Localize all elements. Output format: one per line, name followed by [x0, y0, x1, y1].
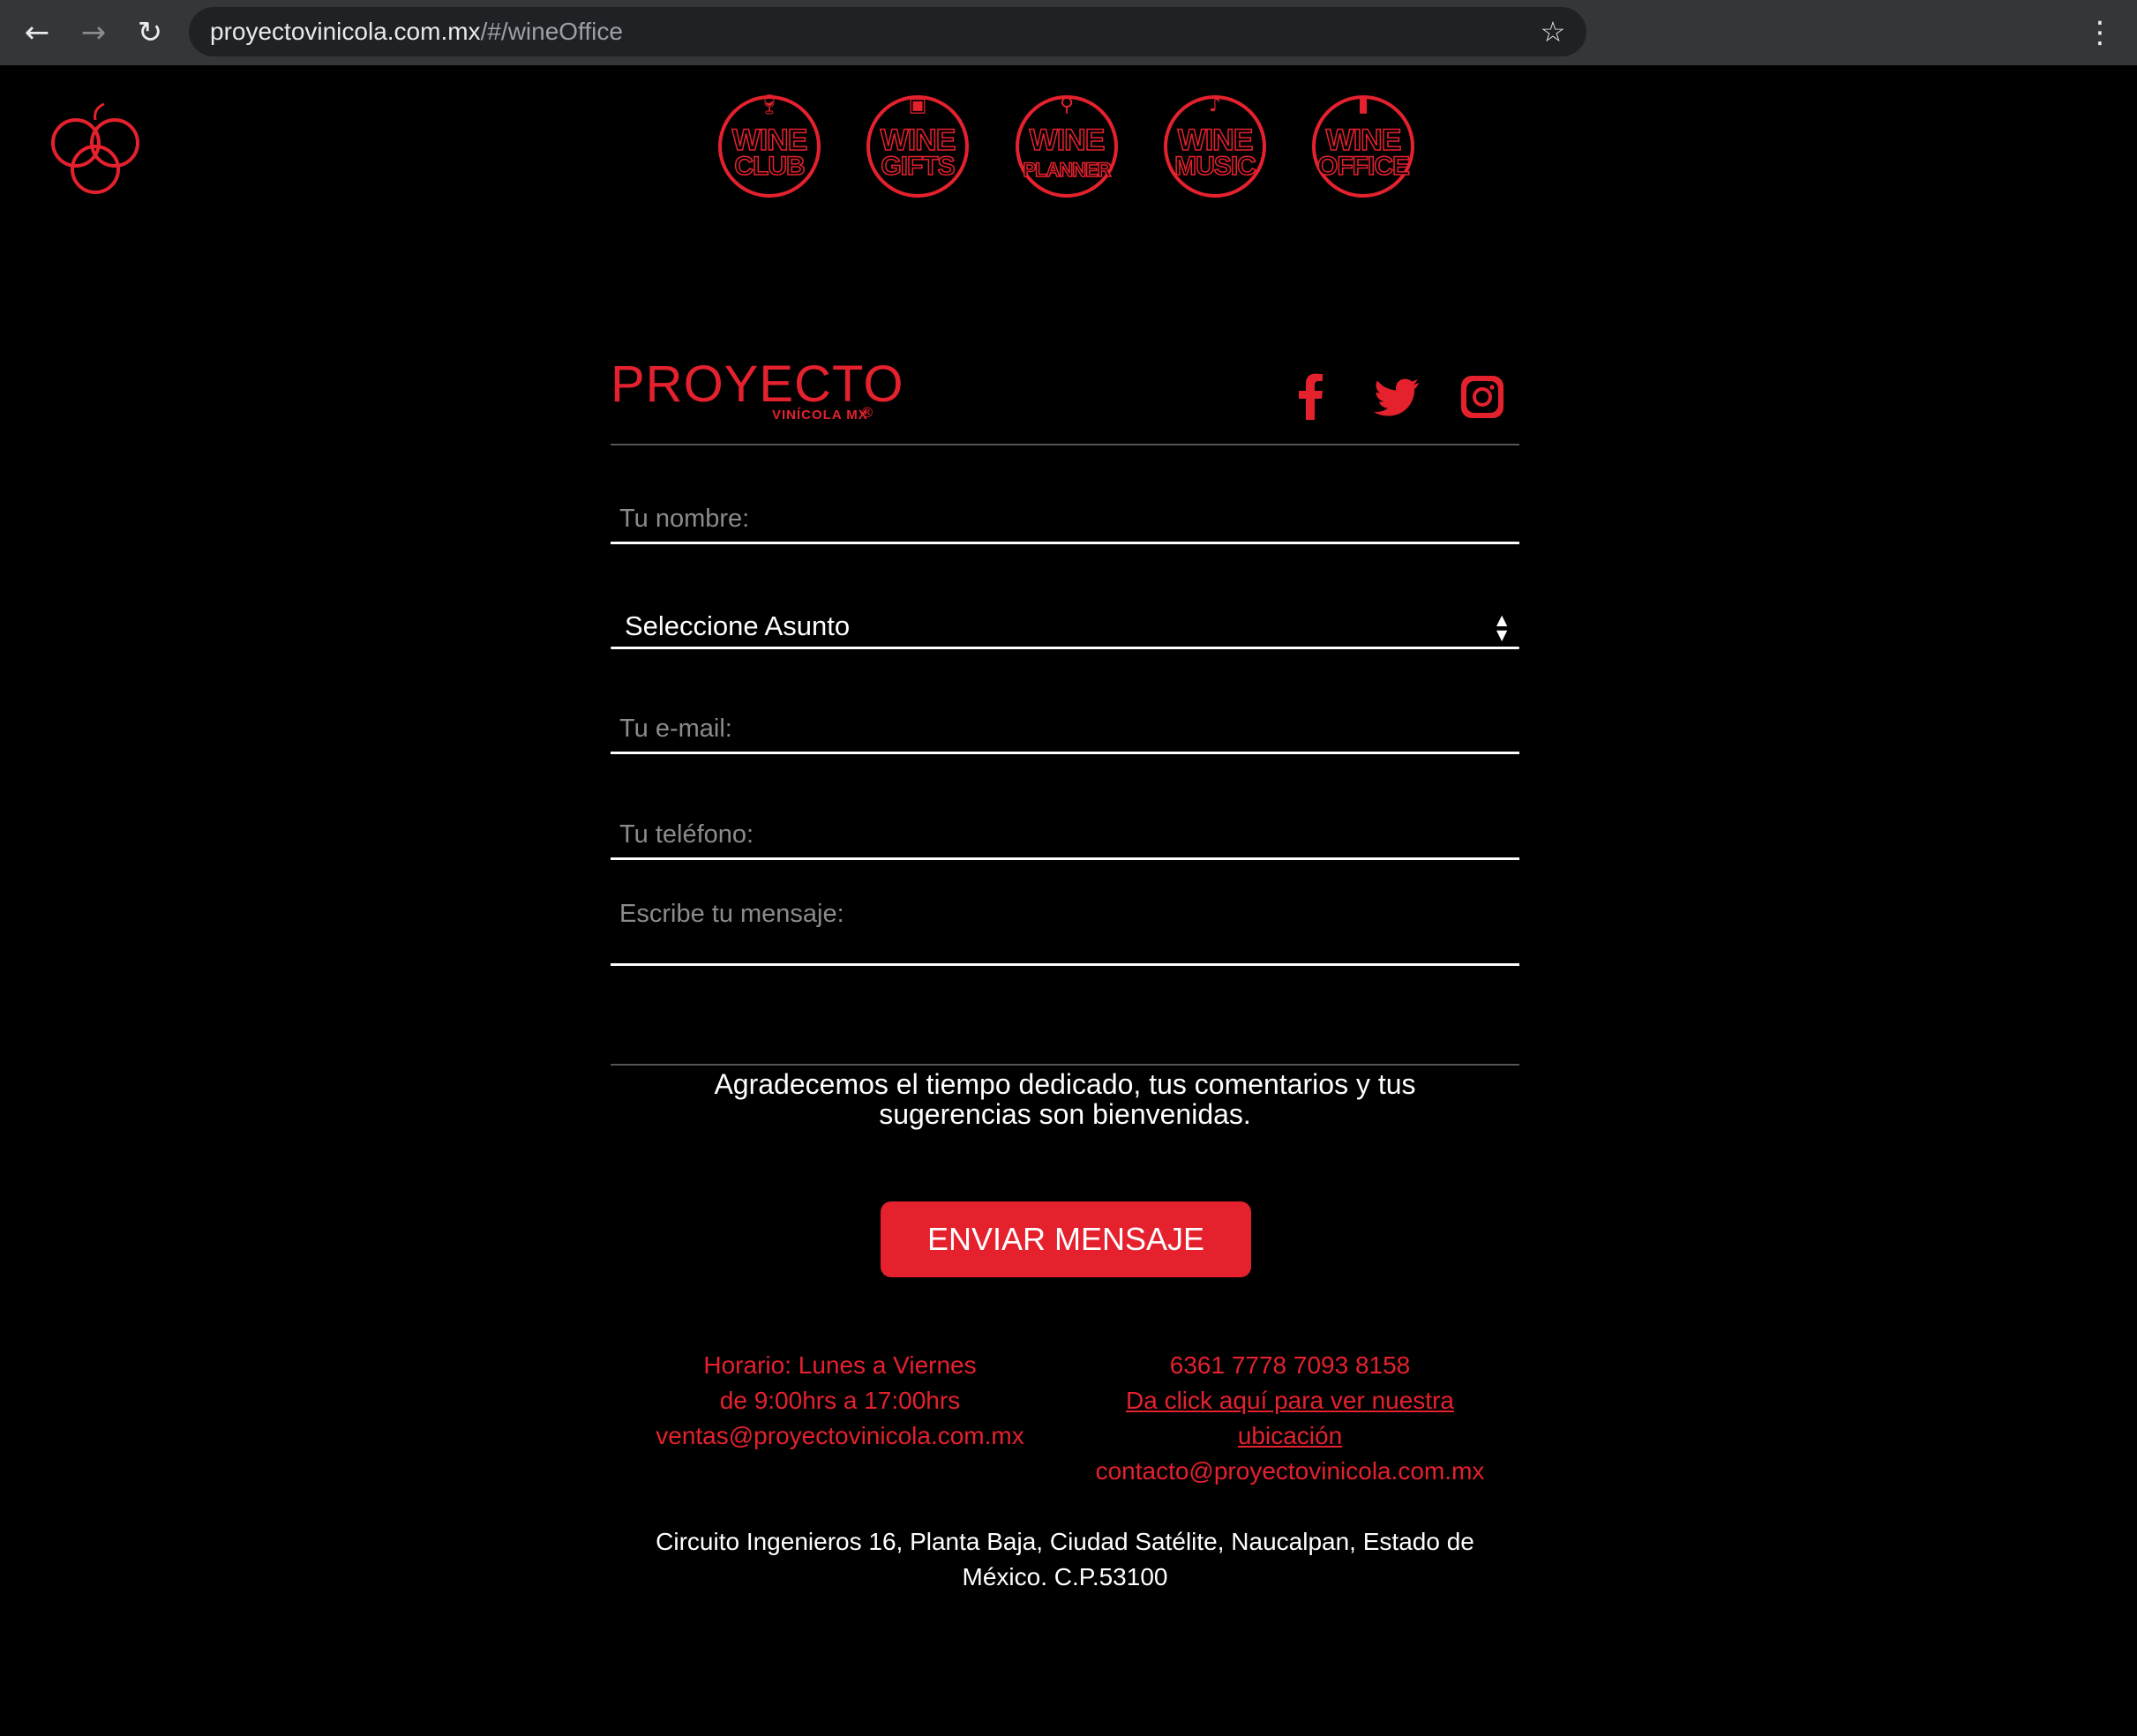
contact-info-right: 6361 7778 7093 8158 Da click aquí para v…	[1061, 1348, 1519, 1489]
address-line1: Circuito Ingenieros 16, Planta Baja, Ciu…	[656, 1528, 1474, 1555]
nav-line1: WINE	[731, 123, 808, 157]
send-message-button[interactable]: ENVIAR MENSAJE	[881, 1201, 1251, 1277]
subject-select[interactable]: Seleccione Asunto	[625, 610, 850, 642]
thanks-line1: Agradecemos el tiempo dedicado, tus come…	[714, 1068, 1416, 1100]
location-link-line1[interactable]: Da click aquí para ver nuestra	[1126, 1387, 1454, 1414]
contact-email[interactable]: contacto@proyectovinicola.com.mx	[1061, 1454, 1519, 1489]
thanks-text: Agradecemos el tiempo dedicado, tus come…	[611, 1069, 1519, 1129]
nav-line2: OFFICE	[1316, 152, 1411, 181]
nav-wine-gifts[interactable]: ▣ WINE GIFTS	[866, 95, 969, 198]
nav-line1: WINE	[1177, 123, 1254, 157]
wine-glass-icon: 🍷︎	[757, 94, 782, 116]
address-line2: México. C.P.53100	[962, 1563, 1168, 1590]
nav-line2: PLANNER	[1023, 158, 1113, 182]
registered-mark: ®	[860, 404, 874, 421]
sales-email[interactable]: ventas@proyectovinicola.com.mx	[611, 1418, 1069, 1454]
url-host: proyectovinicola.com.mx	[210, 18, 481, 45]
name-input-underline	[611, 542, 1519, 544]
schedule-hours: de 9:00hrs a 17:00hrs	[719, 1387, 961, 1414]
reload-icon[interactable]: ↻	[129, 11, 171, 54]
nav-line2: MUSIC	[1173, 152, 1256, 181]
contact-info-left: Horario: Lunes a Viernes de 9:00hrs a 17…	[611, 1348, 1069, 1454]
twitter-icon[interactable]	[1373, 370, 1421, 423]
name-input[interactable]: Tu nombre:	[619, 505, 749, 534]
schedule-days: Horario: Lunes a Viernes	[703, 1351, 977, 1379]
forward-arrow-icon[interactable]: →	[72, 11, 115, 54]
brand-logo[interactable]: PROYECTO VINÍCOLA MX ®	[611, 356, 903, 427]
facebook-icon[interactable]	[1293, 370, 1329, 423]
phone-input[interactable]: Tu teléfono:	[619, 820, 754, 849]
nav-wine-office[interactable]: ▮ WINE OFFICE	[1312, 95, 1414, 198]
nav-line2: CLUB	[734, 152, 806, 181]
phone-number[interactable]: 6361 7778 7093 8158	[1061, 1348, 1519, 1383]
nav-wine-club[interactable]: 🍷︎ WINE CLUB	[718, 95, 821, 198]
nav-line1: WINE	[1029, 123, 1106, 157]
address: Circuito Ingenieros 16, Planta Baja, Ciu…	[611, 1524, 1519, 1595]
gift-icon: ▣	[908, 94, 927, 116]
form-divider	[611, 1064, 1519, 1066]
email-input-underline	[611, 752, 1519, 754]
site-logo-rings-icon[interactable]	[49, 99, 143, 198]
browser-toolbar: ← → ↻ proyectovinicola.com.mx/#/wineOffi…	[0, 0, 2137, 65]
nav-line1: WINE	[1325, 123, 1402, 157]
planner-icon: ⚲	[1059, 94, 1075, 116]
music-note-icon: ♪	[1208, 94, 1222, 116]
subject-select-underline	[611, 647, 1519, 649]
instagram-icon[interactable]	[1459, 370, 1505, 423]
location-link-line2[interactable]: ubicación	[1238, 1422, 1342, 1449]
bookmark-star-icon[interactable]: ☆	[1535, 14, 1571, 49]
wine-bottle-icon: ▮	[1357, 94, 1369, 116]
nav-line2: GIFTS	[881, 152, 956, 181]
email-input[interactable]: Tu e-mail:	[619, 715, 732, 744]
message-textarea-underline	[611, 963, 1519, 966]
phone-input-underline	[611, 857, 1519, 860]
header-divider	[611, 444, 1519, 445]
address-bar[interactable]: proyectovinicola.com.mx/#/wineOffice ☆	[189, 7, 1586, 56]
url-text[interactable]: proyectovinicola.com.mx/#/wineOffice	[210, 7, 623, 56]
nav-line1: WINE	[880, 123, 956, 157]
brand-sub: VINÍCOLA MX	[772, 408, 868, 423]
thanks-line2: sugerencias son bienvenidas.	[879, 1098, 1251, 1130]
nav-wine-planner[interactable]: ⚲ WINE PLANNER	[1016, 95, 1118, 198]
select-arrows-icon[interactable]: ▲ ▼	[1496, 612, 1507, 642]
message-textarea[interactable]: Escribe tu mensaje:	[619, 900, 844, 929]
nav-wine-music[interactable]: ♪ WINE MUSIC	[1164, 95, 1266, 198]
back-arrow-icon[interactable]: ←	[16, 11, 58, 54]
browser-menu-icon[interactable]: ⋮	[2082, 11, 2118, 54]
url-path: /#/wineOffice	[480, 18, 623, 45]
